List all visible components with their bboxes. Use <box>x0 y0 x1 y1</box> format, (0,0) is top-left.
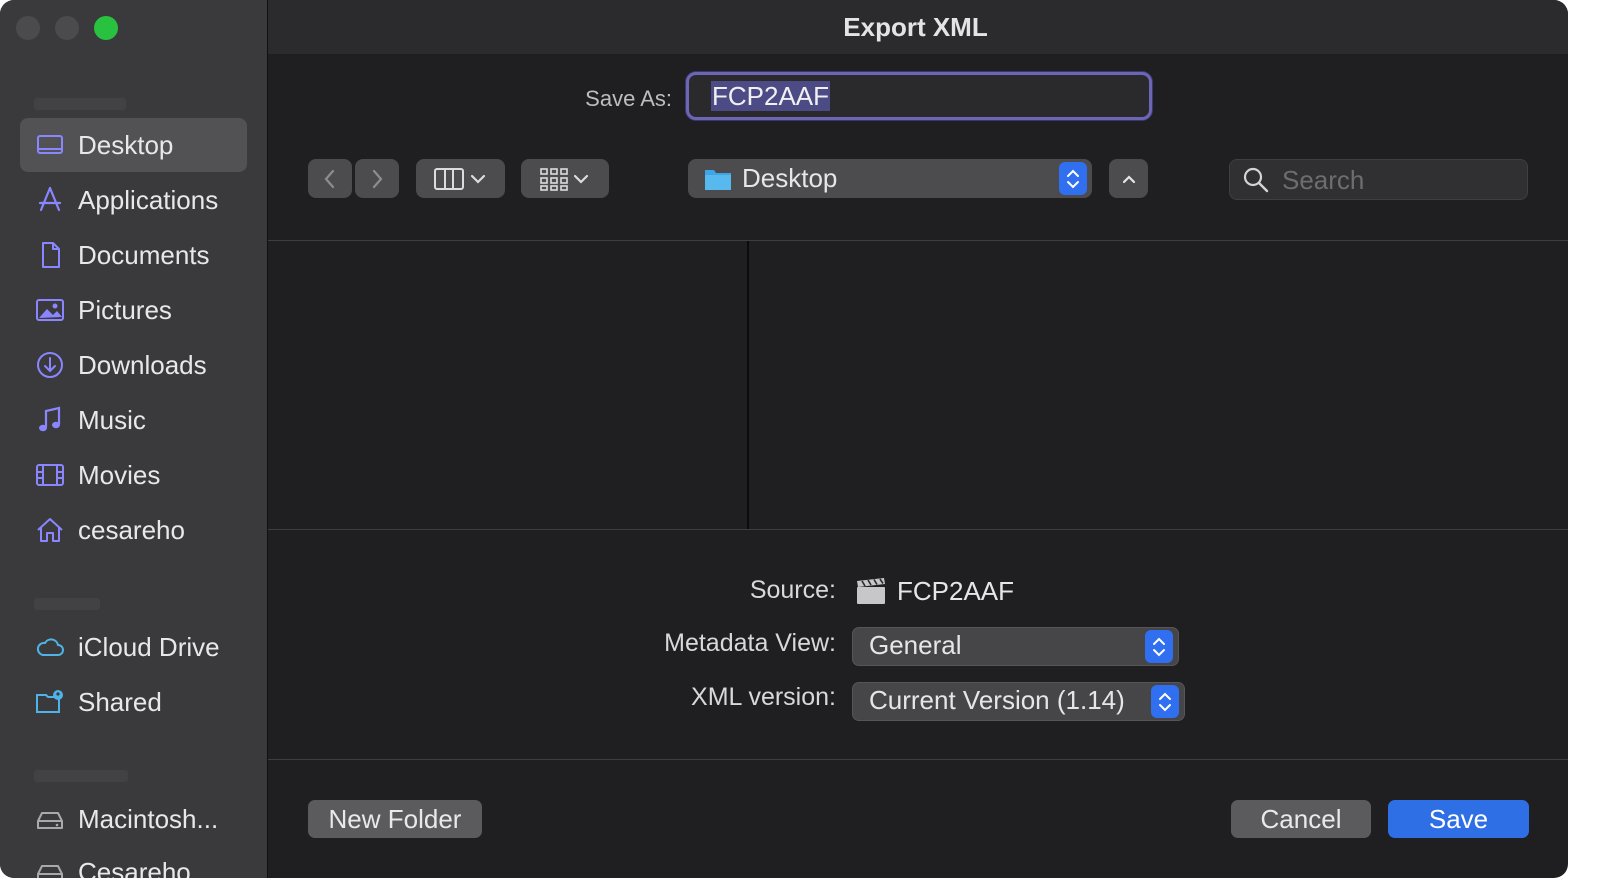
dialog-title: Export XML <box>843 12 988 42</box>
sidebar-item-downloads[interactable]: Downloads <box>20 338 247 392</box>
xml-version-label: XML version: <box>691 683 836 711</box>
cancel-button[interactable]: Cancel <box>1231 800 1371 838</box>
sidebar-item-label: iCloud Drive <box>78 631 220 662</box>
grid-view-icon <box>540 167 568 191</box>
icloud-icon <box>32 632 68 662</box>
divider <box>268 529 1568 530</box>
xml-version-value: Current Version (1.14) <box>869 685 1125 715</box>
source-value: FCP2AAF <box>897 576 1015 606</box>
view-mode-button[interactable] <box>416 159 505 198</box>
sidebar-item-movies[interactable]: Movies <box>20 448 247 502</box>
desktop-icon <box>32 130 68 160</box>
sidebar-item-label: Shared <box>78 686 162 717</box>
source-label: Source: <box>749 576 836 604</box>
chevron-up-icon <box>1122 174 1135 183</box>
metadata-view-value: General <box>869 630 962 660</box>
save-as-label: Save As: <box>585 86 672 111</box>
column-divider[interactable] <box>747 241 749 529</box>
sidebar-item-label: Desktop <box>78 129 174 160</box>
pictures-icon <box>32 295 68 325</box>
sidebar-item-label: Movies <box>78 459 161 490</box>
disk-icon <box>32 804 68 834</box>
sidebar-item-icloud-drive[interactable]: iCloud Drive <box>20 620 247 674</box>
metadata-view-popup[interactable]: General <box>852 627 1179 666</box>
zoom-window-button[interactable] <box>94 16 118 40</box>
columns-view-icon <box>433 167 464 190</box>
sidebar-item-pictures[interactable]: Pictures <box>20 283 247 337</box>
search-field[interactable]: Search <box>1229 159 1528 200</box>
forward-button[interactable] <box>355 159 399 198</box>
sidebar-item-home[interactable]: cesareho <box>20 503 247 557</box>
chevron-down-icon <box>573 174 589 184</box>
minimize-window-button[interactable] <box>55 16 79 40</box>
sidebar-item-documents[interactable]: Documents <box>20 228 247 282</box>
titlebar: Export XML <box>268 0 1568 54</box>
new-folder-button[interactable]: New Folder <box>308 800 482 838</box>
sidebar-item-label: Cesareho <box>78 856 191 879</box>
music-icon <box>32 405 68 435</box>
export-dialog-window: Desktop Applications Documents Pictures <box>0 0 1568 878</box>
save-button[interactable]: Save <box>1388 800 1529 838</box>
search-icon <box>1243 167 1269 193</box>
clapperboard-icon <box>857 578 885 604</box>
back-button[interactable] <box>308 159 352 198</box>
sidebar-item-shared[interactable]: Shared <box>20 675 247 729</box>
metadata-view-label: Metadata View: <box>664 629 836 657</box>
sidebar-item-applications[interactable]: Applications <box>20 173 247 227</box>
save-as-value: FCP2AAF <box>711 81 831 111</box>
save-as-input[interactable]: FCP2AAF <box>686 72 1152 120</box>
stepper-arrows-icon <box>1145 630 1173 663</box>
sidebar-item-cesareho-disk[interactable]: Cesareho <box>20 845 247 878</box>
stepper-arrows-icon <box>1059 162 1087 195</box>
folder-icon <box>705 170 731 190</box>
sidebar-item-music[interactable]: Music <box>20 393 247 447</box>
sidebar: Desktop Applications Documents Pictures <box>0 0 268 878</box>
dialog-main: Export XML Save As: FCP2AAF Desktop Sear… <box>268 0 1568 878</box>
sidebar-item-label: Macintosh... <box>78 803 219 834</box>
sidebar-item-label: cesareho <box>78 514 185 545</box>
sidebar-section-header-icloud <box>34 598 100 610</box>
downloads-icon <box>32 350 68 380</box>
sidebar-item-label: Documents <box>78 239 210 270</box>
home-icon <box>32 515 68 545</box>
expand-collapse-button[interactable] <box>1109 159 1148 198</box>
xml-version-popup[interactable]: Current Version (1.14) <box>852 682 1185 721</box>
movies-icon <box>32 460 68 490</box>
sidebar-item-label: Downloads <box>78 349 207 380</box>
close-window-button[interactable] <box>16 16 40 40</box>
chevron-right-icon <box>372 169 383 188</box>
divider <box>268 759 1568 760</box>
chevron-left-icon <box>324 169 335 188</box>
chevron-down-icon <box>470 174 485 184</box>
sidebar-item-label: Pictures <box>78 294 172 325</box>
sidebar-section-header-locations <box>34 770 128 782</box>
disk-icon <box>32 857 68 878</box>
applications-icon <box>32 185 68 215</box>
sidebar-item-desktop[interactable]: Desktop <box>20 118 247 172</box>
location-popup[interactable]: Desktop <box>688 159 1092 198</box>
sidebar-section-header-favorites <box>34 98 126 110</box>
sidebar-item-macintosh-hd[interactable]: Macintosh... <box>20 792 247 846</box>
sidebar-item-label: Applications <box>78 184 219 215</box>
sidebar-item-label: Music <box>78 404 146 435</box>
stepper-arrows-icon <box>1151 685 1179 718</box>
shared-folder-icon <box>32 687 68 717</box>
group-by-button[interactable] <box>521 159 609 198</box>
search-placeholder: Search <box>1282 165 1365 195</box>
column-browser[interactable] <box>268 241 1568 529</box>
document-icon <box>32 240 68 270</box>
location-popup-label: Desktop <box>742 163 838 193</box>
